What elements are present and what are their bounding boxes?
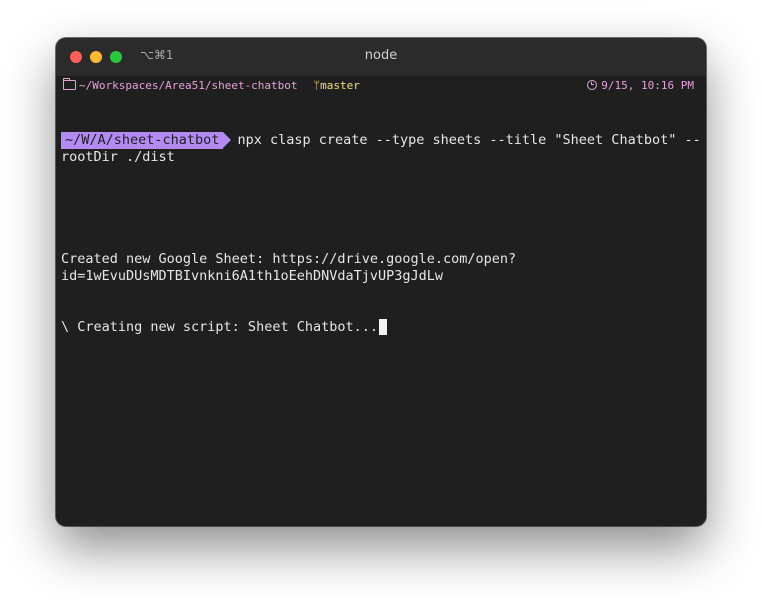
status-path: ~/Workspaces/Area51/sheet-chatbot (79, 79, 298, 92)
prompt-arrow-icon (223, 132, 232, 148)
window-title: node (364, 48, 398, 63)
output-line-creating-script: \ Creating new script: Sheet Chatbot... (61, 319, 701, 336)
prompt-directory: ~/W/A/sheet-chatbot (61, 132, 224, 149)
status-branch: ᛘmaster (314, 79, 360, 92)
terminal-window: ⌥⌘1 node ~/Workspaces/Area51/sheet-chatb… (56, 38, 706, 526)
status-datetime: 9/15, 10:16 PM (601, 79, 694, 92)
text-cursor (378, 319, 387, 335)
status-bar: ~/Workspaces/Area51/sheet-chatbot ᛘmaster… (56, 76, 706, 98)
output-line-creating-script-text: \ Creating new script: Sheet Chatbot... (61, 319, 378, 335)
terminal-output[interactable]: ~/W/A/sheet-chatbot npx clasp create --ty… (61, 98, 701, 370)
folder-icon (63, 78, 76, 90)
status-left: ~/Workspaces/Area51/sheet-chatbot ᛘmaster (63, 78, 360, 92)
prompt-line: ~/W/A/sheet-chatbot npx clasp create --ty… (61, 132, 701, 166)
branch-name: master (320, 79, 360, 92)
status-right: 9/15, 10:16 PM (587, 79, 694, 92)
output-line-sheet-created: Created new Google Sheet: https://drive.… (61, 251, 517, 284)
title-bar[interactable]: ⌥⌘1 node (56, 38, 706, 76)
clock-icon (587, 80, 598, 90)
